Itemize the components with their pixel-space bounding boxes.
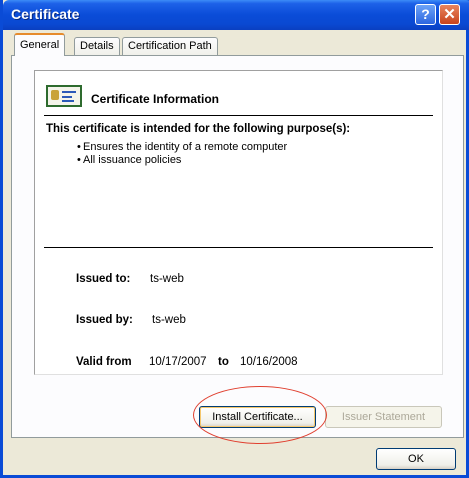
close-button[interactable]: ✕	[439, 4, 460, 25]
certificate-info-heading: Certificate Information	[91, 92, 220, 106]
purpose-list: • Ensures the identity of a remote comput…	[77, 141, 287, 167]
issued-by-label: Issued by:	[76, 314, 133, 326]
valid-from-value: 10/17/2007	[149, 356, 207, 368]
window-title: Certificate	[11, 6, 80, 22]
issued-to-label: Issued to:	[76, 273, 131, 285]
help-button[interactable]: ?	[415, 4, 436, 25]
tab-details[interactable]: Details	[74, 37, 120, 55]
issued-to-value: ts-web	[150, 273, 184, 285]
install-certificate-button[interactable]: Install Certificate...	[199, 406, 316, 428]
general-tab-panel: Certificate Information This certificate…	[11, 55, 464, 438]
tab-certification-path[interactable]: Certification Path	[122, 37, 218, 55]
issued-by-value: ts-web	[152, 314, 186, 326]
issuer-statement-button[interactable]: Issuer Statement	[325, 406, 442, 428]
tab-general[interactable]: General	[14, 33, 66, 56]
title-bar[interactable]: Certificate ? ✕	[3, 0, 469, 30]
certificate-dialog: Certificate ? ✕ General Details Certific…	[0, 0, 469, 478]
purpose-text: Ensures the identity of a remote compute…	[83, 141, 288, 153]
heading-divider	[44, 115, 433, 116]
list-item: • All issuance policies	[77, 154, 182, 166]
purpose-title: This certificate is intended for the fol…	[46, 123, 351, 135]
certificate-icon	[46, 85, 82, 107]
details-divider	[44, 247, 433, 248]
valid-to-label: to	[218, 356, 229, 368]
certificate-info-box: Certificate Information This certificate…	[34, 70, 443, 375]
valid-to-value: 10/16/2008	[240, 356, 298, 368]
list-item: • Ensures the identity of a remote comput…	[77, 141, 288, 153]
valid-from-label: Valid from	[76, 356, 132, 368]
purpose-text: All issuance policies	[83, 154, 182, 166]
ok-button[interactable]: OK	[376, 448, 456, 470]
